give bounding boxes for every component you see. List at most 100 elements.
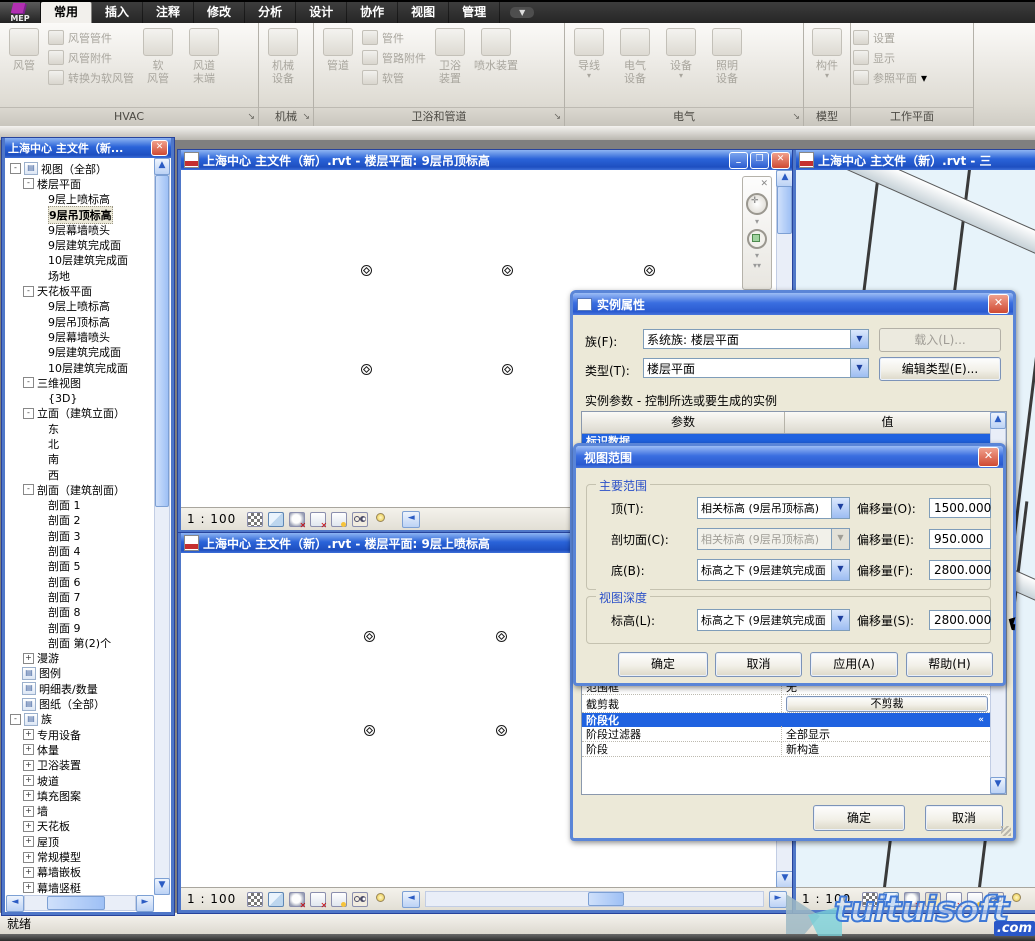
tree-item[interactable]: 9层吊顶标高	[6, 314, 154, 329]
ribbon-button[interactable]: 显示	[853, 49, 927, 66]
sprinkler-symbol[interactable]	[496, 725, 507, 736]
detail-level-icon[interactable]	[247, 512, 263, 527]
collapse-icon[interactable]: -	[10, 163, 21, 174]
shadows-icon[interactable]	[289, 892, 305, 907]
cancel-button[interactable]: 取消	[715, 652, 802, 677]
window1-titlebar[interactable]: 上海中心 主文件（新）.rvt - 楼层平面: 9层吊顶标高 _ ❒ ✕	[181, 150, 793, 170]
ribbon-button[interactable]: 电气 设备	[613, 26, 657, 90]
tree-item[interactable]: 9层建筑完成面	[6, 345, 154, 360]
expand-icon[interactable]: +	[23, 775, 34, 786]
ribbon-tab[interactable]: 分析	[245, 2, 296, 23]
reveal-hidden-icon[interactable]	[352, 892, 368, 907]
show-crop-icon[interactable]	[331, 892, 347, 907]
hscroll-track[interactable]	[425, 891, 764, 907]
tree-item[interactable]: 剖面 3	[6, 528, 154, 543]
ribbon-tab[interactable]: 插入	[92, 2, 143, 23]
tree-item[interactable]: 9层幕墙喷头	[6, 222, 154, 237]
ribbon-button[interactable]: 风管管件	[48, 29, 134, 46]
parameter-category-row[interactable]: 阶段化«	[582, 713, 990, 727]
ok-button[interactable]: 确定	[618, 652, 708, 677]
minimize-icon[interactable]: _	[729, 152, 748, 169]
expand-icon[interactable]: +	[23, 821, 34, 832]
tree-item[interactable]: -剖面（建筑剖面）	[6, 482, 154, 497]
tree-item[interactable]: 剖面 6	[6, 574, 154, 589]
no-clip-button[interactable]: 不剪裁	[786, 696, 988, 712]
ribbon-button[interactable]: 管路附件	[362, 49, 426, 66]
tree-item[interactable]: 南	[6, 452, 154, 467]
family-combobox[interactable]: 系统族: 楼层平面 ▼	[643, 329, 869, 349]
dialog-launcher-icon[interactable]: ↘	[553, 108, 561, 126]
expand-icon[interactable]: +	[23, 806, 34, 817]
shadows-icon[interactable]	[904, 892, 920, 907]
apply-button[interactable]: 应用(A)	[810, 652, 898, 677]
ribbon-button[interactable]: 管件	[362, 29, 426, 46]
tree-item[interactable]: -▤视图（全部）	[6, 161, 154, 176]
scroll-right-icon[interactable]: ►	[136, 895, 154, 912]
tree-item[interactable]: +坡道	[6, 773, 154, 788]
collapse-icon[interactable]: -	[23, 484, 34, 495]
tree-item[interactable]: {3D}	[6, 390, 154, 405]
parameter-value[interactable]: 全部显示	[782, 726, 990, 742]
offset-input[interactable]: 950.000	[929, 529, 991, 549]
window3-titlebar[interactable]: 上海中心 主文件（新）.rvt - 三	[796, 150, 1035, 170]
ribbon-button[interactable]: 设备▾	[659, 26, 703, 90]
offset-input[interactable]: 2800.000	[929, 560, 991, 580]
model-graphics-icon[interactable]	[268, 512, 284, 527]
expand-icon[interactable]: +	[23, 882, 34, 893]
collapse-icon[interactable]: -	[23, 286, 34, 297]
tree-item[interactable]: 剖面 7	[6, 589, 154, 604]
reveal-hidden-icon[interactable]	[352, 512, 368, 527]
ribbon-button[interactable]: 喷水装置	[474, 26, 518, 90]
tree-item[interactable]: 9层幕墙喷头	[6, 329, 154, 344]
view-scale[interactable]: 1 : 100	[187, 512, 236, 526]
sprinkler-symbol[interactable]	[644, 265, 655, 276]
sun-path-icon[interactable]	[925, 892, 941, 907]
chevron-down-icon[interactable]: ▼	[850, 359, 868, 377]
expand-icon[interactable]: +	[23, 836, 34, 847]
browser-hscrollbar[interactable]: ◄ ►	[6, 895, 154, 911]
ribbon-tab[interactable]: 管理	[449, 2, 500, 23]
tree-item[interactable]: +墙	[6, 803, 154, 818]
tree-item[interactable]: -楼层平面	[6, 176, 154, 191]
navbar-collapse-icon[interactable]: ▾▾	[753, 263, 761, 269]
zoom-icon[interactable]	[747, 229, 767, 249]
tree-item[interactable]: ▤图例	[6, 666, 154, 681]
sprinkler-symbol[interactable]	[361, 265, 372, 276]
level-combobox[interactable]: 标高之下 (9层建筑完成面▼	[697, 609, 850, 631]
parameter-row[interactable]: 阶段过滤器全部显示	[582, 727, 990, 742]
wheel-menu-chevron-icon[interactable]: ▾	[755, 219, 759, 225]
resize-grip[interactable]	[1001, 826, 1011, 836]
close-icon[interactable]: ✕	[771, 152, 790, 169]
sprinkler-symbol[interactable]	[361, 364, 372, 375]
dialog-launcher-icon[interactable]: ↘	[302, 108, 310, 126]
close-icon[interactable]: ✕	[978, 447, 999, 467]
expand-icon[interactable]: +	[23, 744, 34, 755]
tree-item[interactable]: -立面（建筑立面）	[6, 406, 154, 421]
ribbon-button[interactable]: 管道	[316, 26, 360, 90]
tree-item[interactable]: 场地	[6, 268, 154, 283]
expand-icon[interactable]: +	[23, 852, 34, 863]
tree-item[interactable]: -天花板平面	[6, 283, 154, 298]
parameter-value[interactable]: 新构造	[782, 741, 990, 757]
application-menu-button[interactable]: MEP	[0, 2, 41, 23]
dialog-launcher-icon[interactable]: ↘	[247, 108, 255, 126]
collapse-icon[interactable]: -	[10, 714, 21, 725]
chevron-down-icon[interactable]: ▼	[831, 498, 849, 518]
offset-input[interactable]: 1500.000	[929, 498, 991, 518]
close-icon[interactable]: ✕	[988, 294, 1009, 314]
tree-item[interactable]: +体量	[6, 742, 154, 757]
type-combobox[interactable]: 楼层平面 ▼	[643, 358, 869, 378]
show-crop-icon[interactable]	[967, 892, 983, 907]
ribbon-tab[interactable]: 视图	[398, 2, 449, 23]
tree-item[interactable]: 剖面 9	[6, 620, 154, 635]
ribbon-button[interactable]: 风管	[2, 26, 46, 90]
sprinkler-symbol[interactable]	[502, 265, 513, 276]
expand-icon[interactable]: +	[23, 760, 34, 771]
level-combobox[interactable]: 标高之下 (9层建筑完成面▼	[697, 559, 850, 581]
tree-item[interactable]: -三维视图	[6, 375, 154, 390]
zoom-menu-chevron-icon[interactable]: ▾	[755, 253, 759, 259]
view-scale[interactable]: 1 : 100	[187, 892, 236, 906]
tree-item[interactable]: ▤明细表/数量	[6, 681, 154, 696]
view-scale[interactable]: 1 : 100	[802, 892, 851, 906]
tree-item[interactable]: 10层建筑完成面	[6, 253, 154, 268]
